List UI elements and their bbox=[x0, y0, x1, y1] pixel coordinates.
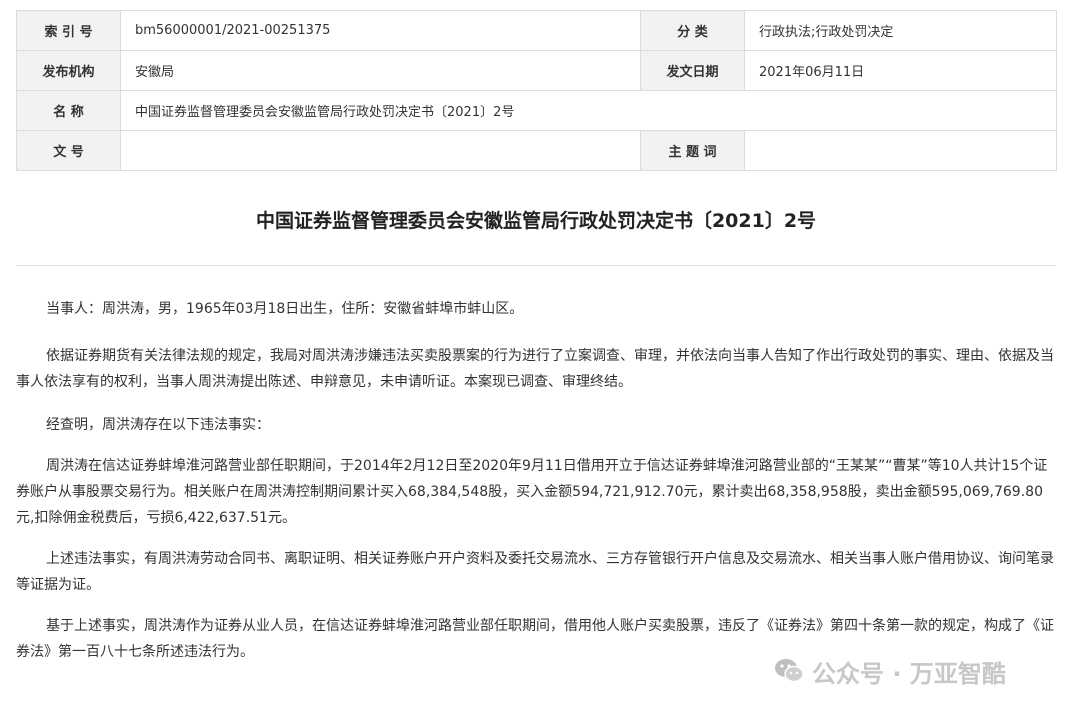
issuer-value: 安徽局 bbox=[120, 50, 641, 91]
document-metadata-table: 索 引 号 bm56000001/2021-00251375 分 类 行政执法;… bbox=[16, 10, 1057, 171]
wechat-icon bbox=[775, 659, 804, 683]
meta-row-docno: 文 号 主 题 词 bbox=[16, 130, 1057, 171]
issuer-label: 发布机构 bbox=[16, 50, 121, 91]
paragraph-party: 当事人：周洪涛，男，1965年03月18日出生，住所：安徽省蚌埠市蚌山区。 bbox=[46, 301, 524, 317]
watermark: 公众号 · 万亚智酷 bbox=[772, 654, 1006, 688]
doc-no-label: 文 号 bbox=[16, 130, 121, 171]
watermark-text: 公众号 · 万亚智酷 bbox=[812, 659, 1006, 688]
index-no-label: 索 引 号 bbox=[16, 10, 121, 51]
paragraph-evidence: 上述违法事实，有周洪涛劳动合同书、离职证明、相关证券账户开户资料及委托交易流水、… bbox=[16, 551, 1054, 593]
keywords-value bbox=[744, 130, 1057, 171]
title-divider bbox=[16, 265, 1056, 266]
date-value: 2021年06月11日 bbox=[744, 50, 1057, 91]
name-label: 名 称 bbox=[16, 90, 121, 131]
document-body: 当事人：周洪涛，男，1965年03月18日出生，住所：安徽省蚌埠市蚌山区。 依据… bbox=[16, 296, 1056, 680]
paragraph-facts: 周洪涛在信达证券蚌埠淮河路营业部任职期间，于2014年2月12日至2020年9月… bbox=[16, 458, 1048, 526]
paragraph-procedure: 依据证券期货有关法律法规的规定，我局对周洪涛涉嫌违法买卖股票案的行为进行了立案调… bbox=[16, 348, 1054, 390]
category-value: 行政执法;行政处罚决定 bbox=[744, 10, 1057, 51]
meta-row-index: 索 引 号 bm56000001/2021-00251375 分 类 行政执法;… bbox=[16, 10, 1057, 51]
document-title: 中国证券监督管理委员会安徽监管局行政处罚决定书〔2021〕2号 bbox=[255, 210, 817, 232]
name-value: 中国证券监督管理委员会安徽监管局行政处罚决定书〔2021〕2号 bbox=[120, 90, 1057, 131]
date-label: 发文日期 bbox=[640, 50, 745, 91]
paragraph-findings-intro: 经查明，周洪涛存在以下违法事实： bbox=[46, 417, 270, 433]
category-label: 分 类 bbox=[640, 10, 745, 51]
meta-row-name: 名 称 中国证券监督管理委员会安徽监管局行政处罚决定书〔2021〕2号 bbox=[16, 90, 1057, 131]
keywords-label: 主 题 词 bbox=[640, 130, 745, 171]
meta-row-issuer: 发布机构 安徽局 发文日期 2021年06月11日 bbox=[16, 50, 1057, 91]
index-no-value: bm56000001/2021-00251375 bbox=[120, 10, 641, 51]
doc-no-value bbox=[120, 130, 641, 171]
